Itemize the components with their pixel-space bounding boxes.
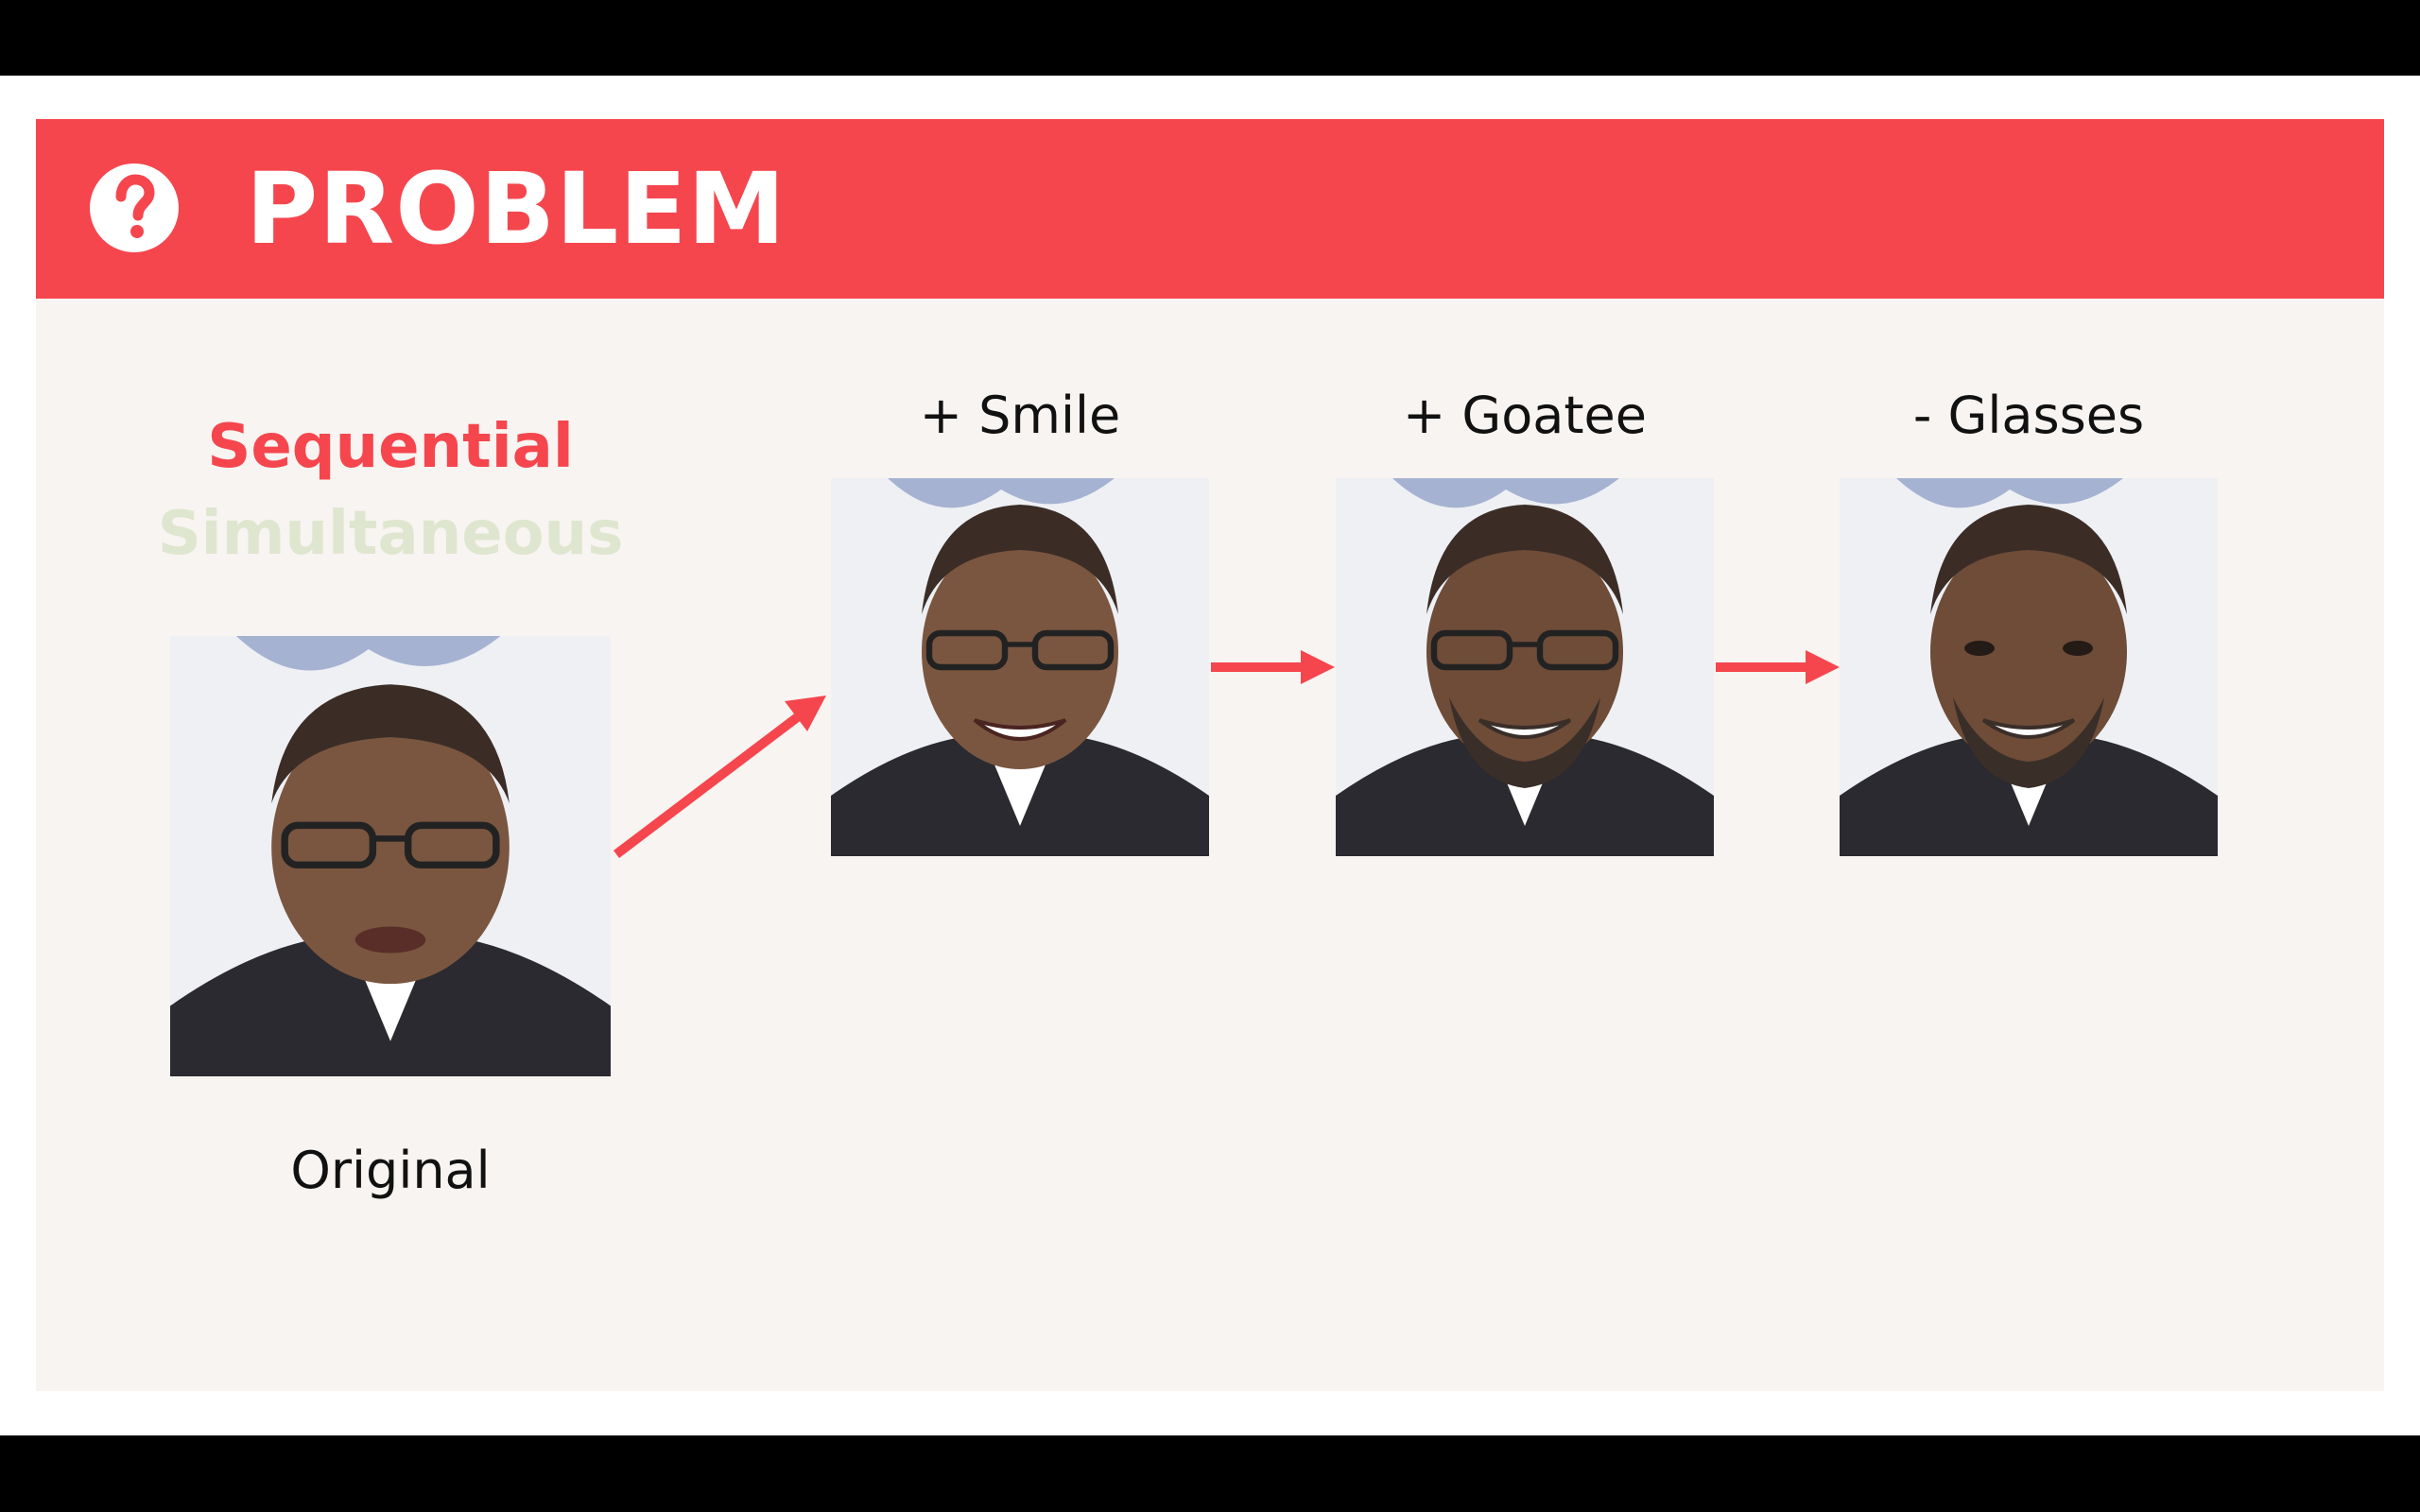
transition-arrows	[613, 650, 1840, 858]
arrow-smile-to-goatee	[1211, 650, 1335, 684]
letterbox-top	[0, 0, 2420, 76]
slide: PROBLEM Sequential Simultaneous Original…	[36, 119, 2384, 1391]
arrow-goatee-to-glasses	[1716, 650, 1840, 684]
arrow-original-to-smile	[613, 696, 826, 858]
slide-frame: PROBLEM Sequential Simultaneous Original…	[0, 76, 2420, 1435]
letterbox-bottom	[0, 1435, 2420, 1512]
